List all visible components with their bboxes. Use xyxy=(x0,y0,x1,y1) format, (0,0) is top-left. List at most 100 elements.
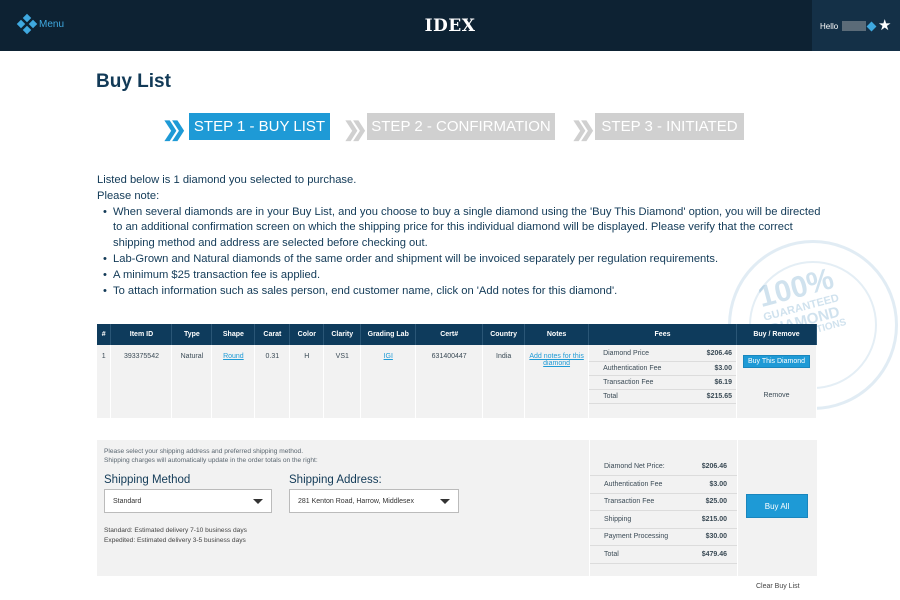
fees-table: Diamond Price $206.46 Authentication Fee $… xyxy=(589,347,736,404)
fee-value: $215.65 xyxy=(682,389,736,404)
total-label: Diamond Net Price: xyxy=(590,458,685,476)
col-header: # xyxy=(97,324,112,345)
shipping-method-label: Shipping Method xyxy=(104,474,191,486)
star-icon[interactable]: ★ xyxy=(878,16,891,34)
cert-number: 631400447 xyxy=(415,345,484,418)
top-bar: Menu IDEX Hello ★ xyxy=(0,0,900,51)
note-item: To attach information such as sales pers… xyxy=(103,284,827,300)
clarity: VS1 xyxy=(323,345,362,418)
total-label: Authentication Fee xyxy=(590,475,685,494)
total-label: Transaction Fee xyxy=(590,493,685,511)
shipping-address-label: Shipping Address: xyxy=(289,474,382,486)
col-header: Notes xyxy=(524,324,590,345)
chevron-down-icon xyxy=(253,499,263,504)
col-header: Color xyxy=(289,324,325,345)
chevron-icon: ❯❯ xyxy=(162,119,186,141)
col-header: Cert# xyxy=(415,324,484,345)
note-item: When several diamonds are in your Buy Li… xyxy=(103,205,827,252)
shipping-method-select[interactable]: Standard xyxy=(104,489,272,513)
fee-row: Total $215.65 xyxy=(589,389,736,404)
fee-value: $206.46 xyxy=(682,347,736,362)
country: India xyxy=(482,345,526,418)
table-row: 1 393375542 Natural Round 0.31 H VS1 IGI… xyxy=(97,345,818,418)
clear-buy-list-link[interactable]: Clear Buy List xyxy=(756,583,800,590)
grading-lab-link[interactable]: IGI xyxy=(384,353,393,360)
row-number: 1 xyxy=(97,345,112,418)
shipping-method-value: Standard xyxy=(113,498,142,505)
greeting-text: Hello xyxy=(820,22,839,31)
color-grade: H xyxy=(289,345,325,418)
col-header: Fees xyxy=(588,324,737,345)
remove-link[interactable]: Remove xyxy=(737,392,816,399)
intro-text: Listed below is 1 diamond you selected t… xyxy=(97,173,827,299)
col-header: Grading Lab xyxy=(360,324,417,345)
total-row: Total $479.46 xyxy=(590,545,737,564)
order-totals: Diamond Net Price: $206.46 Authentication… xyxy=(589,440,738,576)
col-header: Item ID xyxy=(110,324,173,345)
idex-logo[interactable]: IDEX xyxy=(0,16,900,36)
total-value: $206.46 xyxy=(684,458,737,476)
chevron-icon: ❯❯ xyxy=(571,119,595,141)
total-value: $3.00 xyxy=(684,475,737,494)
chevron-icon: ❯❯ xyxy=(343,119,367,141)
delivery-standard: Standard: Estimated delivery 7-10 busine… xyxy=(104,527,247,534)
fee-value: $6.19 xyxy=(682,375,736,390)
intro-note-label: Please note: xyxy=(97,189,160,202)
shape-link[interactable]: Round xyxy=(223,353,244,360)
col-header: Type xyxy=(171,324,213,345)
total-row: Shipping $215.00 xyxy=(590,510,737,529)
intro-line: Listed below is 1 diamond you selected t… xyxy=(97,174,357,186)
fee-label: Transaction Fee xyxy=(589,375,683,390)
chevron-down-icon xyxy=(440,499,450,504)
delivery-estimates: Standard: Estimated delivery 7-10 busine… xyxy=(104,526,247,546)
fee-row: Authentication Fee $3.00 xyxy=(589,361,736,376)
shipping-address-value: 281 Kenton Road, Harrow, Middlesex xyxy=(298,498,414,505)
step-1-buy-list: STEP 1 - BUY LIST xyxy=(189,113,330,140)
shipping-address-select[interactable]: 281 Kenton Road, Harrow, Middlesex xyxy=(289,489,459,513)
fees-cell: Diamond Price $206.46 Authentication Fee $… xyxy=(588,345,737,418)
user-name-masked xyxy=(842,21,866,31)
note-item: A minimum $25 transaction fee is applied… xyxy=(103,268,827,284)
buy-remove-cell: Buy This Diamond Remove xyxy=(736,345,818,418)
total-label: Shipping xyxy=(590,510,685,529)
total-label: Total xyxy=(590,545,685,564)
delivery-expedited: Expedited: Estimated delivery 3-5 busine… xyxy=(104,537,246,544)
diamond-type: Natural xyxy=(171,345,213,418)
notes-list: When several diamonds are in your Buy Li… xyxy=(103,205,827,300)
total-row: Transaction Fee $25.00 xyxy=(590,493,737,511)
note-item: Lab-Grown and Natural diamonds of the sa… xyxy=(103,252,827,268)
step-3-initiated: STEP 3 - INITIATED xyxy=(595,113,744,140)
step-2-confirmation: STEP 2 - CONFIRMATION xyxy=(367,113,555,140)
fee-row: Diamond Price $206.46 xyxy=(589,347,736,362)
total-row: Diamond Net Price: $206.46 xyxy=(590,458,737,476)
diamond-icon[interactable] xyxy=(866,21,877,32)
shipping-note-line: Shipping charges will automatically upda… xyxy=(104,457,318,464)
buy-list-table: # Item ID Type Shape Carat Color Clarity… xyxy=(97,324,818,418)
user-area[interactable]: Hello ★ xyxy=(812,0,900,51)
shipping-instructions: Please select your shipping address and … xyxy=(104,447,318,465)
table-header-row: # Item ID Type Shape Carat Color Clarity… xyxy=(97,324,818,345)
total-value: $479.46 xyxy=(684,545,737,564)
total-label: Payment Processing xyxy=(590,528,685,546)
col-header: Clarity xyxy=(323,324,362,345)
shipping-panel: Please select your shipping address and … xyxy=(97,440,817,576)
add-notes-link[interactable]: Add notes for this diamond xyxy=(529,353,583,367)
carat: 0.31 xyxy=(254,345,291,418)
total-value: $30.00 xyxy=(684,528,737,546)
buy-this-diamond-button[interactable]: Buy This Diamond xyxy=(742,355,811,368)
col-header: Shape xyxy=(211,324,256,345)
total-row: Payment Processing $30.00 xyxy=(590,528,737,546)
col-header: Carat xyxy=(254,324,291,345)
fee-label: Authentication Fee xyxy=(589,361,683,376)
shipping-note-line: Please select your shipping address and … xyxy=(104,448,304,455)
fee-label: Diamond Price xyxy=(589,347,683,362)
total-row: Authentication Fee $3.00 xyxy=(590,475,737,494)
page-title: Buy List xyxy=(96,71,171,92)
item-id: 393375542 xyxy=(110,345,173,418)
total-value: $25.00 xyxy=(684,493,737,511)
fee-row: Transaction Fee $6.19 xyxy=(589,375,736,390)
buy-all-button[interactable]: Buy All xyxy=(746,494,808,518)
totals-table: Diamond Net Price: $206.46 Authentication… xyxy=(590,458,737,564)
fee-value: $3.00 xyxy=(682,361,736,376)
fee-label: Total xyxy=(589,389,683,404)
